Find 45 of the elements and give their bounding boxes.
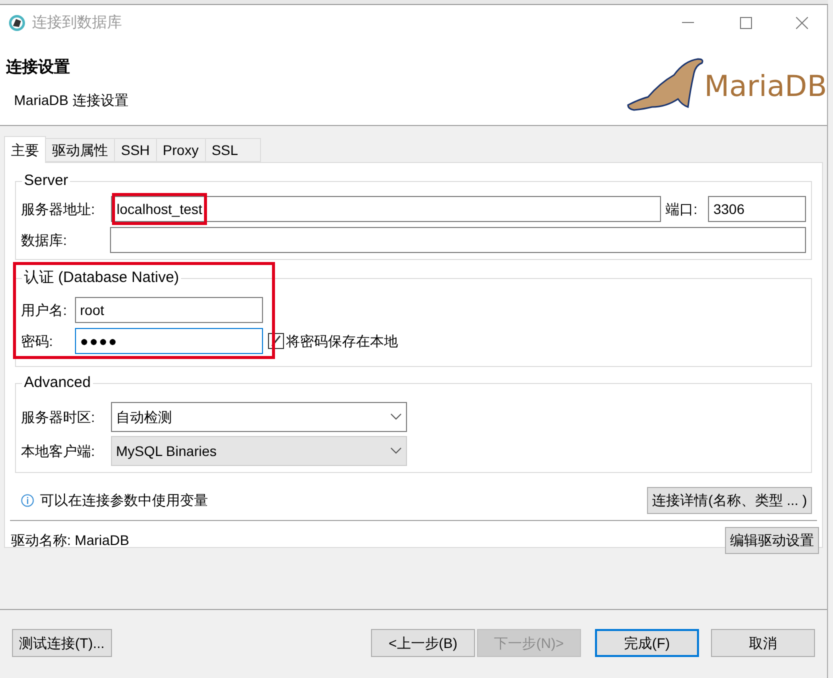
- database-field[interactable]: [110, 227, 806, 253]
- tab[interactable]: Proxy: [156, 138, 206, 162]
- field-value: root: [80, 300, 104, 320]
- header-title: 连接设置: [6, 57, 71, 78]
- field-value: localhost_test: [112, 193, 208, 225]
- maximize-icon: [740, 17, 752, 29]
- group-legend: 认证 (Database Native): [22, 269, 182, 287]
- dialog-button[interactable]: 完成(F): [595, 629, 699, 657]
- header-subtitle: MariaDB 连接设置: [14, 91, 128, 110]
- field-label: 服务器地址:: [21, 200, 96, 218]
- dropdown[interactable]: MySQL Binaries: [111, 436, 407, 466]
- dialog-button[interactable]: <上一步(B): [371, 629, 475, 657]
- info-text: 可以在连接参数中使用变量: [40, 491, 208, 510]
- connection-details-button[interactable]: 连接详情(名称、类型 ... ): [647, 487, 812, 514]
- checkbox-label: 将密码保存在本地: [286, 332, 398, 350]
- field-label: 用户名:: [21, 300, 68, 320]
- field-value: 3306: [713, 200, 745, 218]
- app-icon: [8, 14, 26, 32]
- port-field[interactable]: 3306: [708, 196, 806, 222]
- field-label: 服务器时区:: [21, 408, 96, 426]
- tab[interactable]: 驱动属性: [46, 138, 115, 162]
- test-connection-button[interactable]: 测试连接(T)...: [12, 629, 112, 657]
- check-icon: [270, 335, 282, 347]
- tab[interactable]: SSH: [115, 138, 157, 162]
- chevron-down-icon: [390, 413, 402, 421]
- driver-name: 驱动名称: MariaDB: [11, 531, 130, 550]
- password-field[interactable]: ●●●●: [75, 328, 263, 354]
- chevron-down-icon: [390, 447, 402, 455]
- field-label: 本地客户端:: [21, 442, 96, 460]
- edit-driver-button[interactable]: 编辑驱动设置: [725, 527, 819, 554]
- window-title: 连接到数据库: [32, 12, 122, 33]
- field-label: 端口:: [666, 200, 698, 218]
- username-field[interactable]: root: [75, 297, 263, 323]
- field-label: 数据库:: [21, 230, 68, 250]
- server-address-field[interactable]: localhost_test: [110, 196, 661, 222]
- close-icon: [796, 17, 808, 29]
- info-icon: [21, 494, 34, 507]
- logo-text: MariaDB: [704, 69, 827, 103]
- field-label: 密码:: [21, 332, 54, 350]
- tab[interactable]: 主要: [4, 136, 46, 163]
- dialog-button[interactable]: 取消: [711, 629, 815, 657]
- dropdown[interactable]: 自动检测: [111, 402, 407, 432]
- tab[interactable]: SSL: [206, 138, 262, 162]
- minimize-icon: [682, 22, 694, 24]
- field-value: ●●●●: [80, 332, 118, 350]
